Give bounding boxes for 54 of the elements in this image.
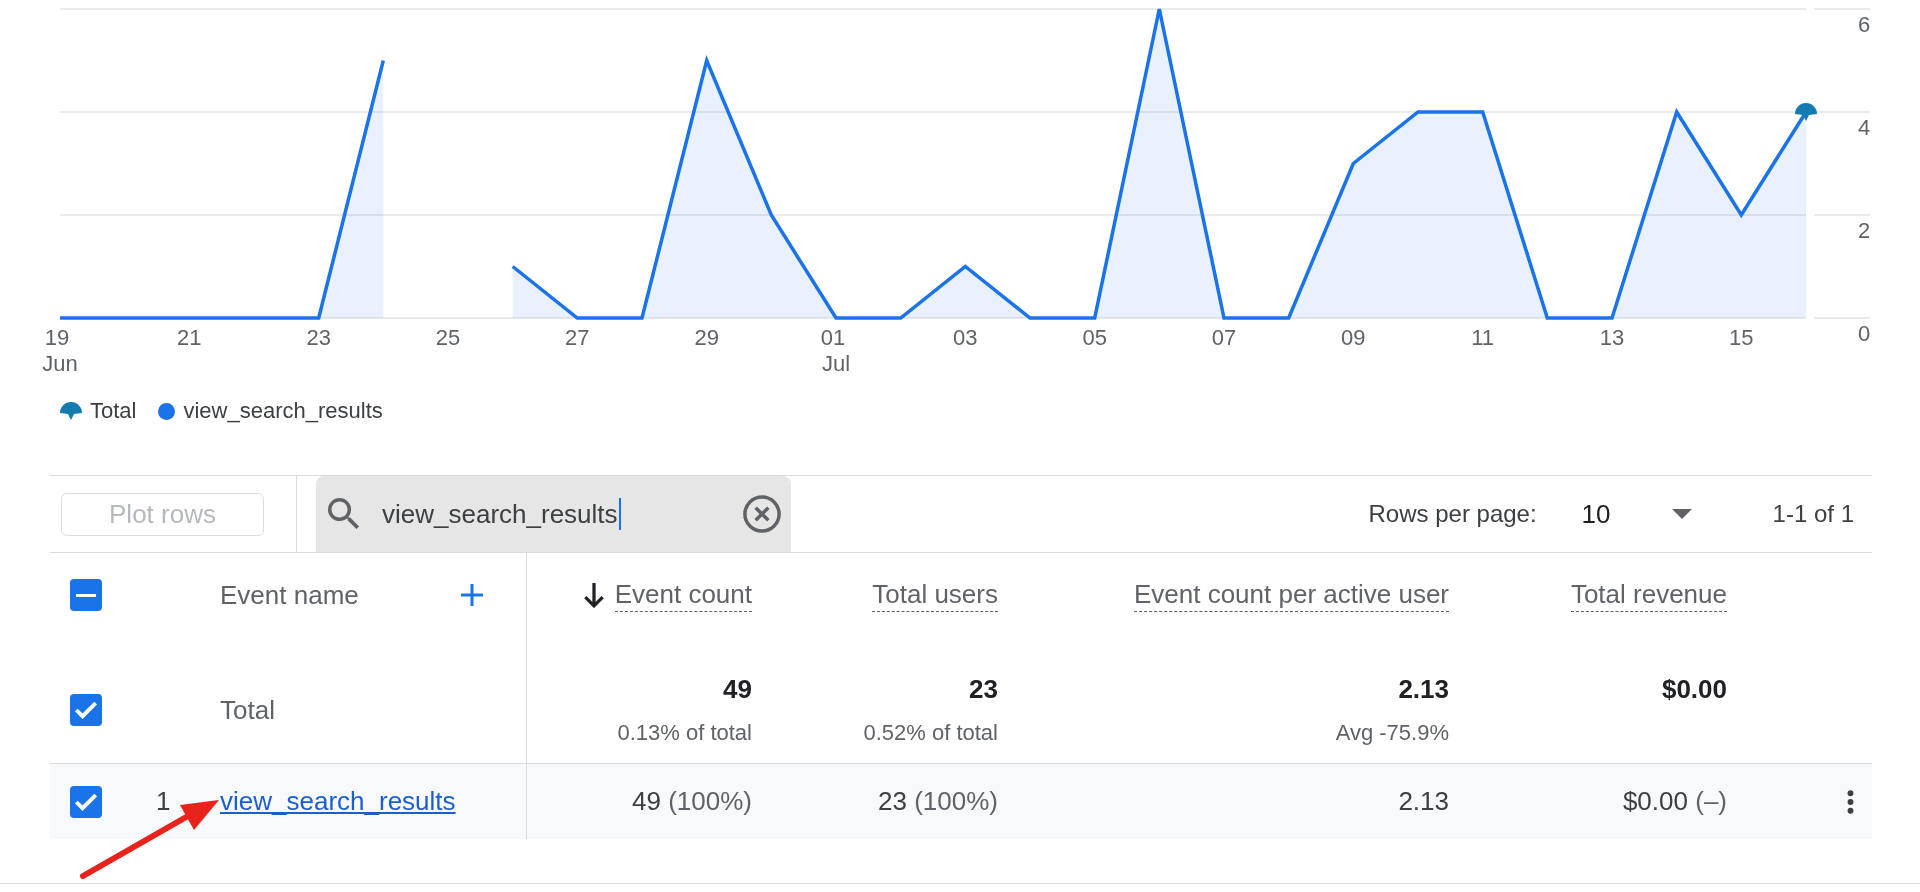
axis-label: 03 [953, 325, 978, 350]
column-header[interactable]: Event count per active user [1133, 578, 1449, 612]
total-value: 2.13 [1398, 673, 1449, 705]
axis-label: 25 [435, 325, 461, 350]
checkbox[interactable] [70, 785, 102, 818]
check-icon [74, 792, 98, 811]
search-field[interactable]: view_search_results [316, 476, 791, 552]
axis-label: 21 [177, 325, 202, 350]
total-value: $0.00 [1661, 673, 1727, 705]
column-header: Event name [220, 578, 359, 612]
table-cell-text: 49 (100%) [632, 785, 752, 818]
total-label: Total [220, 693, 275, 727]
axis-label: 23 [306, 325, 331, 350]
clear-icon[interactable] [743, 495, 781, 533]
check-icon [74, 701, 98, 719]
column-header[interactable]: Total revenue [1570, 578, 1727, 612]
plus-icon[interactable] [460, 583, 484, 607]
total-note: Avg -75.9% [1335, 719, 1449, 747]
checkbox[interactable] [70, 579, 102, 611]
axis-label: 4 [1858, 115, 1871, 140]
axis-label: 15 [1729, 325, 1754, 350]
total-note: 0.52% of total [863, 719, 998, 747]
table-cell-text: $0.00 (–) [1622, 785, 1727, 818]
row-number: 1 [156, 785, 172, 818]
caret-down-icon [1671, 509, 1692, 519]
rows-per-page-label: Rows per page: [1368, 499, 1537, 529]
axis-label: 27 [565, 325, 590, 350]
legend-label: Total [90, 398, 137, 424]
column-header[interactable]: Event count [614, 578, 752, 612]
pagination-range: 1-1 of 1 [1772, 499, 1854, 529]
axis-label: 29 [694, 325, 719, 350]
legend-label: view_search_results [183, 398, 383, 424]
axis-label: 6 [1858, 12, 1871, 37]
axis-label: 01 Jul [820, 325, 851, 376]
table-cell-text: 2.13 [1398, 785, 1449, 818]
axis-label: 09 [1341, 325, 1366, 350]
total-note: 0.13% of total [617, 719, 752, 747]
axis-label: 2 [1858, 218, 1871, 243]
axis-label: 0 [1858, 321, 1871, 346]
checkbox[interactable] [70, 694, 102, 726]
search-icon [328, 498, 360, 530]
axis-label: 05 [1082, 325, 1107, 350]
axis-label: 19 Jun [42, 325, 78, 376]
total-value: 49 [723, 673, 752, 705]
total-value: 23 [969, 673, 998, 705]
axis-label: 11 [1471, 325, 1495, 350]
more-icon[interactable] [1847, 789, 1854, 814]
axis-label: 13 [1599, 325, 1625, 350]
rows-per-page-select[interactable]: 10 [1581, 494, 1692, 534]
minus-icon [76, 593, 96, 597]
table-cell-text: 23 (100%) [878, 785, 998, 818]
axis-label: 07 [1211, 325, 1237, 350]
event-link[interactable]: view_search_results [220, 782, 456, 821]
column-header[interactable]: Total users [872, 578, 998, 612]
